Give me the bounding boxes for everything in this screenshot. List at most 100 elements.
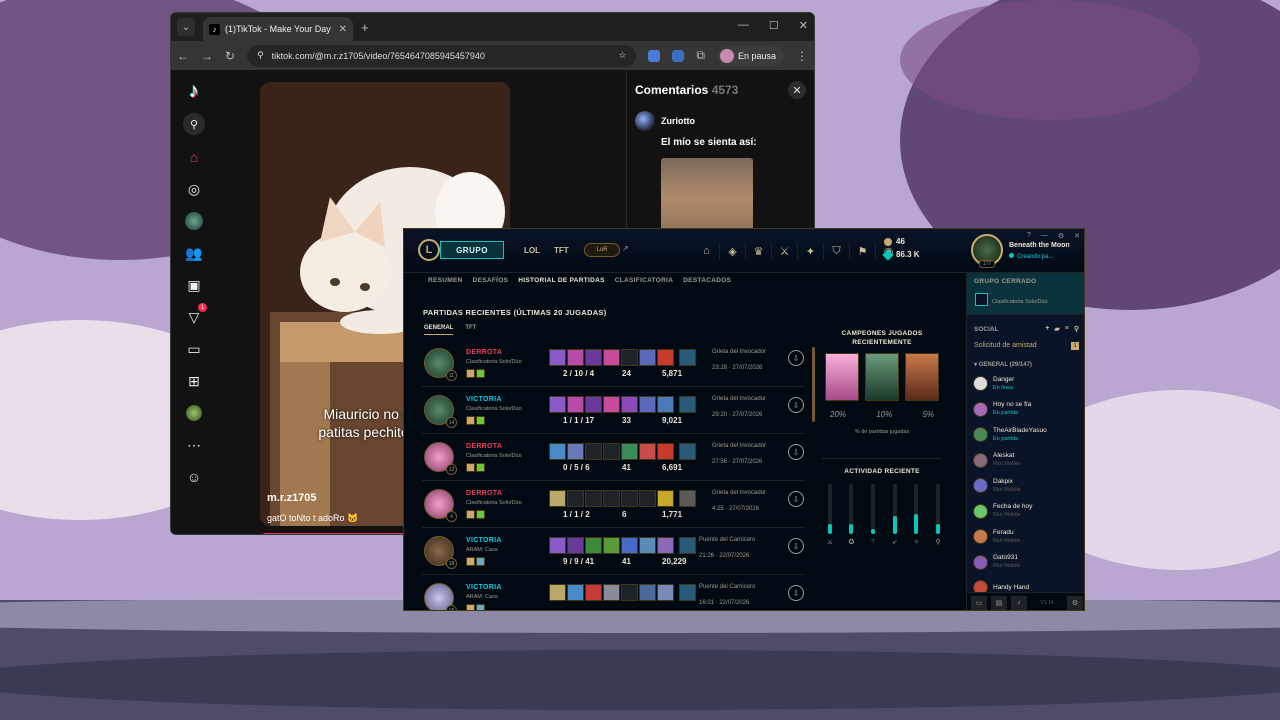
friend-item[interactable]: Danger En línea <box>967 371 1084 397</box>
browser-menu-icon[interactable]: ⋮ <box>796 49 808 63</box>
friend-request-row[interactable]: Solicitud de amistad 1 <box>967 339 1084 353</box>
messages-icon[interactable]: ▭ <box>184 339 204 359</box>
help-icon[interactable]: ? <box>1027 232 1031 240</box>
download-replay-icon[interactable]: ⇩ <box>788 397 804 413</box>
lor-button[interactable]: LoR <box>584 243 620 257</box>
download-replay-icon[interactable]: ⇩ <box>788 350 804 366</box>
league-logo-icon[interactable]: L <box>418 239 440 261</box>
champion-percentages: 20% 10% 5% <box>822 410 942 419</box>
inbox-icon[interactable]: ▽ 1 <box>184 303 207 327</box>
minimize-button[interactable]: — <box>1041 232 1048 240</box>
match-row[interactable]: 12 DERROTA Clasificatoria Solo/Dúo 0 / 5… <box>422 434 805 481</box>
voice-icon[interactable]: ♪ <box>1011 595 1027 610</box>
close-tab-icon[interactable]: ✕ <box>339 24 347 35</box>
tft-icon[interactable]: ◈ <box>720 243 746 259</box>
player-status[interactable]: Creando pa... <box>1009 253 1053 260</box>
extension-translate-icon[interactable] <box>648 49 661 62</box>
following-avatar-icon[interactable] <box>184 211 204 231</box>
home-icon[interactable]: ⌂ <box>694 243 720 259</box>
match-row[interactable]: 4 DERROTA Clasificatoria Solo/Dúo 1 / 1 … <box>422 481 805 528</box>
extensions-puzzle-icon[interactable]: ⧉ <box>696 48 705 63</box>
comment-image[interactable] <box>661 158 753 238</box>
maximize-button[interactable]: ☐ <box>769 19 779 32</box>
tab-tft[interactable]: TFT <box>465 325 476 335</box>
profile-button[interactable]: En pausa <box>716 45 784 66</box>
group-button[interactable]: GRUPO <box>440 241 504 259</box>
match-list-scrollbar[interactable] <box>812 347 815 422</box>
recent-champion-card[interactable] <box>905 353 939 401</box>
video-description: gatO toNto t adoRo 🐱 <box>267 513 359 523</box>
friend-item[interactable]: Aleskat Riot Mobile <box>967 448 1084 474</box>
chat-icon[interactable]: ▭ <box>971 595 987 610</box>
match-map: Grieta del Invocador <box>712 443 767 449</box>
friend-item[interactable]: Dakpix Riot Mobile <box>967 473 1084 499</box>
list-icon[interactable]: ≡ <box>1065 325 1069 333</box>
back-button[interactable]: ← <box>177 49 189 63</box>
missions-icon[interactable]: ▤ <box>991 595 1007 610</box>
search-icon[interactable]: ⚲ <box>1074 325 1079 333</box>
tab-clasificatoria[interactable]: CLASIFICATORIA <box>615 277 674 284</box>
search-icon[interactable]: ⚲ <box>183 113 205 135</box>
download-replay-icon[interactable]: ⇩ <box>788 444 804 460</box>
friend-item[interactable]: Gato931 Riot Mobile <box>967 550 1084 576</box>
match-row[interactable]: 11 DERROTA Clasificatoria Solo/Dúo 2 / 1… <box>422 340 805 387</box>
settings-icon[interactable]: ⚙ <box>1067 595 1083 610</box>
explore-compass-icon[interactable]: ◎ <box>184 179 204 199</box>
friend-name: Hoy no se fía <box>993 401 1032 409</box>
player-name[interactable]: Beneath the Moon <box>1009 242 1070 249</box>
address-bar[interactable]: ⚲ tiktok.com/@m.r.z1705/video/7654647085… <box>247 44 637 67</box>
settings-gear-icon[interactable]: ⚙ <box>1058 232 1064 240</box>
add-friend-icon[interactable]: + <box>1045 325 1049 333</box>
friend-item[interactable]: Fecha de hoy Riot Mobile <box>967 499 1084 525</box>
tab-desafios[interactable]: DESAFÍOS <box>473 277 509 284</box>
forward-button[interactable]: → <box>201 49 213 63</box>
friend-group-header[interactable]: ▾ GENERAL (29/147) <box>967 358 1084 371</box>
friends-icon[interactable]: 👥 <box>184 243 204 263</box>
minimize-button[interactable]: — <box>738 19 749 32</box>
download-replay-icon[interactable]: ⇩ <box>788 491 804 507</box>
close-client-button[interactable]: ✕ <box>1074 232 1080 240</box>
tiktok-logo-icon[interactable]: ♪ <box>184 80 204 102</box>
activity-bar: ✪ <box>849 484 854 546</box>
download-replay-icon[interactable]: ⇩ <box>788 585 804 601</box>
recent-champion-card[interactable] <box>865 353 899 401</box>
tab-resumen[interactable]: RESUMEN <box>428 277 463 284</box>
friend-item[interactable]: Feradu Riot Mobile <box>967 524 1084 550</box>
new-tab-button[interactable]: + <box>361 20 369 35</box>
profile-crest-icon[interactable]: ♛ <box>746 243 772 259</box>
mode-lol-button[interactable]: LOL <box>524 246 540 255</box>
tab-historial[interactable]: HISTORIAL DE PARTIDAS <box>518 277 604 284</box>
tab-general[interactable]: GENERAL <box>424 325 454 335</box>
comment-author[interactable]: Zuriotto <box>635 111 808 131</box>
download-replay-icon[interactable]: ⇩ <box>788 538 804 554</box>
live-icon[interactable]: ▣ <box>184 275 204 295</box>
bookmark-star-icon[interactable]: ☆ <box>618 50 626 61</box>
tab-search-dropdown[interactable]: ⌄ <box>177 18 195 36</box>
home-icon[interactable]: ⌂ <box>184 147 204 167</box>
match-row[interactable]: 18 VICTORIA ARAM: Caos 9 / 9 / 41 41 20,… <box>422 528 805 575</box>
profile-avatar-icon[interactable] <box>184 403 204 423</box>
browser-tab[interactable]: ♪ (1)TikTok - Make Your Day ✕ <box>203 17 353 41</box>
extension-icon[interactable] <box>672 49 685 62</box>
more-icon[interactable]: ⋯ <box>184 435 204 455</box>
video-author[interactable]: m.r.z1705 <box>267 492 317 504</box>
tab-destacados[interactable]: DESTACADOS <box>683 277 731 284</box>
match-row[interactable]: 15 VICTORIA ARAM: Caos Puente del Carnic… <box>422 575 805 610</box>
creator-icon[interactable]: ☺ <box>184 467 204 487</box>
friend-item[interactable]: TheAirBladeYasuo En partida <box>967 422 1084 448</box>
close-comments-button[interactable]: ✕ <box>788 81 806 99</box>
close-window-button[interactable]: ✕ <box>799 19 808 32</box>
reload-button[interactable]: ↻ <box>225 49 235 63</box>
collection-icon[interactable]: ⚔ <box>772 243 798 259</box>
mode-tft-button[interactable]: TFT <box>554 246 569 255</box>
site-info-icon[interactable]: ⚲ <box>257 50 264 61</box>
friend-item[interactable]: Hoy no se fía En partida <box>967 397 1084 423</box>
store-icon[interactable]: ⛉ <box>824 243 850 259</box>
recent-champion-card[interactable] <box>825 353 859 401</box>
clash-icon[interactable]: ⚑ <box>850 243 876 259</box>
closed-group-card[interactable]: GRUPO CERRADO Clasificatoria Solo/Dúo <box>967 273 1084 315</box>
folder-icon[interactable]: ▰ <box>1054 325 1059 333</box>
match-row[interactable]: 14 VICTORIA Clasificatoria Solo/Dúo 1 / … <box>422 387 805 434</box>
loot-icon[interactable]: ✦ <box>798 243 824 259</box>
upload-icon[interactable]: ⊞ <box>184 371 204 391</box>
